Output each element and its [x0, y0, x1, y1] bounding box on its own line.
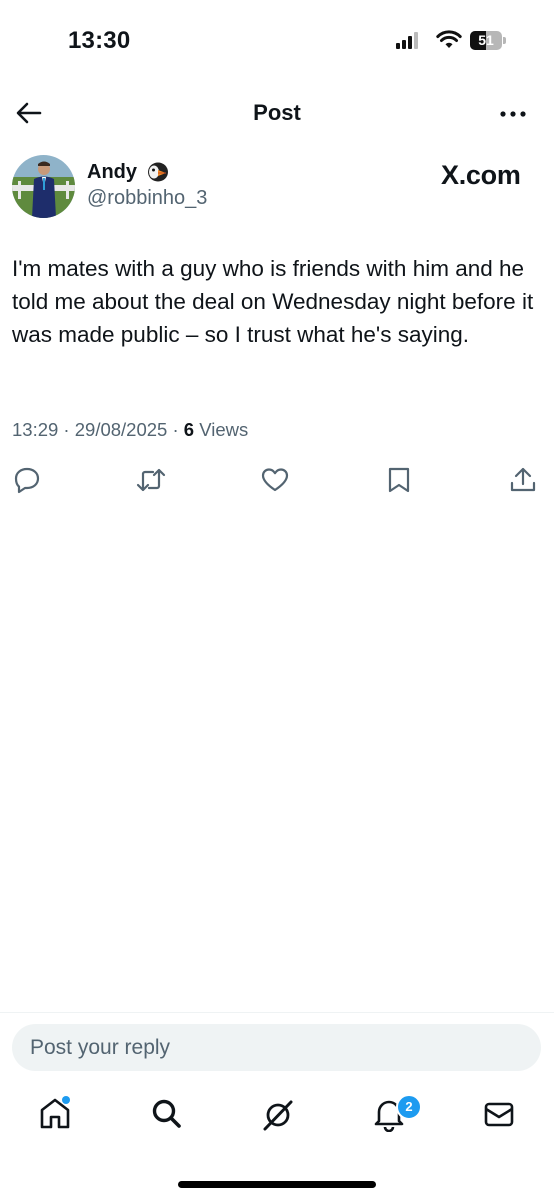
post-text: I'm mates with a guy who is friends with…	[12, 256, 534, 347]
battery-icon: 51	[470, 31, 506, 50]
repost-icon[interactable]	[136, 466, 166, 494]
wifi-icon	[436, 30, 462, 48]
share-icon[interactable]	[509, 466, 537, 494]
post-timestamp[interactable]: 13:29 · 29/08/2025 ·	[12, 419, 184, 440]
like-heart-icon[interactable]	[261, 466, 289, 494]
messages-icon[interactable]	[482, 1096, 516, 1132]
divider	[0, 1012, 554, 1013]
more-options-icon[interactable]	[498, 102, 528, 126]
home-indicator	[178, 1181, 376, 1188]
home-notification-dot	[62, 1096, 70, 1104]
puffin-emoji-icon	[148, 162, 168, 182]
reply-input[interactable]: Post your reply	[12, 1024, 541, 1071]
nav-bar: Post	[0, 88, 554, 140]
notifications-badge: 2	[396, 1094, 422, 1120]
source-label: X.com	[441, 160, 521, 190]
status-time: 13:30	[68, 27, 131, 54]
reply-icon[interactable]	[13, 466, 41, 494]
views-label: Views	[194, 419, 249, 440]
grok-icon[interactable]	[260, 1096, 296, 1132]
battery-percent: 51	[478, 32, 494, 48]
views-count: 6	[183, 419, 195, 440]
author-name[interactable]: Andy	[87, 161, 137, 184]
author-handle[interactable]: @robbinho_3	[87, 187, 207, 210]
avatar[interactable]	[12, 155, 75, 218]
cellular-signal-icon	[396, 32, 418, 49]
status-bar: 13:30 51	[0, 0, 554, 80]
reply-placeholder: Post your reply	[30, 1036, 171, 1059]
page-title: Post	[253, 100, 301, 125]
bookmark-icon[interactable]	[386, 466, 412, 494]
post-meta: 13:29 · 29/08/2025 · 6 Views	[12, 419, 248, 441]
search-icon[interactable]	[150, 1096, 184, 1132]
